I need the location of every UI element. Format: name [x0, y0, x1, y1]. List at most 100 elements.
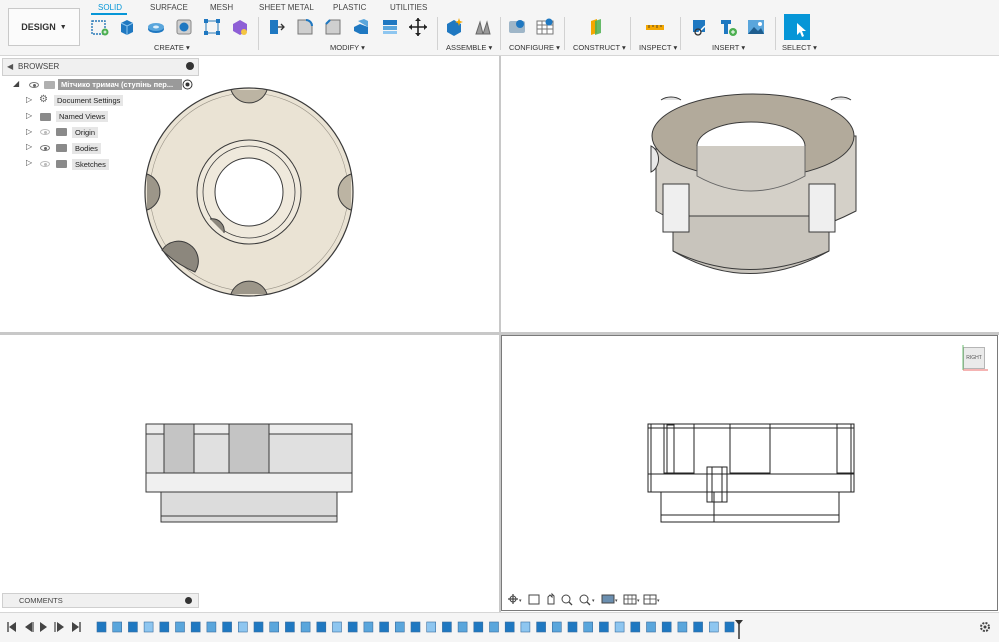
- timeline-feature-icon[interactable]: [96, 621, 107, 633]
- collapse-arrow-icon[interactable]: ◀: [7, 62, 13, 71]
- chamfer-icon[interactable]: [323, 17, 343, 37]
- expand-triangle-icon[interactable]: ◢: [13, 79, 19, 88]
- viewports-icon[interactable]: [643, 594, 657, 605]
- timeline-feature-icon[interactable]: [253, 621, 264, 633]
- timeline-feature-icon[interactable]: [614, 621, 625, 633]
- insert-image-icon[interactable]: [746, 17, 766, 37]
- timeline-feature-icon[interactable]: [269, 621, 280, 633]
- timeline-feature-icon[interactable]: [410, 621, 421, 633]
- fillet-icon[interactable]: [295, 17, 315, 37]
- shell-icon[interactable]: [351, 17, 371, 37]
- group-modify[interactable]: MODIFY ▾: [330, 43, 365, 52]
- group-select[interactable]: SELECT ▾: [782, 43, 817, 52]
- timeline-feature-icon[interactable]: [536, 621, 546, 633]
- timeline-feature-icon[interactable]: [222, 621, 232, 633]
- press-pull-icon[interactable]: [266, 17, 286, 37]
- configure-icon[interactable]: [507, 17, 527, 37]
- visibility-eye-icon[interactable]: [40, 129, 50, 135]
- step-forward-icon[interactable]: [54, 622, 64, 632]
- measure-icon[interactable]: [645, 17, 665, 37]
- timeline-feature-icon[interactable]: [159, 621, 170, 633]
- display-settings-icon[interactable]: [601, 594, 615, 604]
- timeline-feature-icon[interactable]: [599, 621, 609, 633]
- tab-surface[interactable]: SURFACE: [150, 3, 188, 12]
- timeline-feature-icon[interactable]: [128, 621, 138, 633]
- form-icon[interactable]: [230, 17, 250, 37]
- timeline-feature-icon[interactable]: [661, 621, 672, 633]
- visibility-eye-icon[interactable]: [40, 161, 50, 167]
- viewport-front[interactable]: [0, 335, 499, 612]
- timeline-feature-icon[interactable]: [112, 621, 122, 633]
- timeline-feature-icon[interactable]: [693, 621, 703, 633]
- group-create[interactable]: CREATE ▾: [154, 43, 190, 52]
- timeline-feature-icon[interactable]: [316, 621, 327, 633]
- pattern-icon[interactable]: [202, 17, 222, 37]
- new-component-icon[interactable]: [444, 17, 464, 37]
- timeline-feature-icon[interactable]: [567, 621, 578, 633]
- tab-solid[interactable]: SOLID: [98, 3, 122, 12]
- expand-triangle-icon[interactable]: ▷: [26, 142, 32, 151]
- timeline-feature-icon[interactable]: [677, 621, 688, 633]
- timeline-feature-icon[interactable]: [489, 621, 499, 633]
- combine-icon[interactable]: [380, 17, 400, 37]
- viewport-iso[interactable]: [501, 56, 999, 332]
- grid-settings-icon[interactable]: [623, 594, 637, 605]
- revolve-icon[interactable]: [146, 17, 166, 37]
- timeline-feature-icon[interactable]: [363, 621, 374, 633]
- browser-item-bodies[interactable]: Bodies: [72, 143, 101, 154]
- activate-radio-icon[interactable]: [182, 79, 193, 90]
- tab-sheet-metal[interactable]: SHEET METAL: [259, 3, 314, 12]
- plane-icon[interactable]: [586, 17, 606, 37]
- hole-icon[interactable]: [174, 17, 194, 37]
- browser-panel-header[interactable]: ◀ BROWSER: [2, 58, 199, 76]
- timeline-marker[interactable]: [735, 620, 743, 639]
- timeline-feature-icon[interactable]: [300, 621, 311, 633]
- timeline-feature-icon[interactable]: [332, 621, 342, 633]
- group-inspect[interactable]: INSPECT ▾: [639, 43, 677, 52]
- move-icon[interactable]: [408, 17, 428, 37]
- zoom-icon[interactable]: [561, 594, 573, 606]
- group-insert[interactable]: INSERT ▾: [712, 43, 745, 52]
- fit-icon[interactable]: [579, 594, 591, 606]
- play-icon[interactable]: [40, 622, 47, 632]
- tab-plastic[interactable]: PLASTIC: [333, 3, 366, 12]
- timeline-feature-icon[interactable]: [724, 621, 735, 633]
- group-configure[interactable]: CONFIGURE ▾: [509, 43, 560, 52]
- timeline-feature-icon[interactable]: [583, 621, 594, 633]
- look-at-icon[interactable]: [528, 594, 540, 605]
- expand-triangle-icon[interactable]: ▷: [26, 127, 32, 136]
- browser-item-named-views[interactable]: Named Views: [56, 111, 109, 122]
- timeline-feature-icon[interactable]: [504, 621, 515, 633]
- tab-utilities[interactable]: UTILITIES: [390, 3, 427, 12]
- group-construct[interactable]: CONSTRUCT ▾: [573, 43, 626, 52]
- timeline-feature-icon[interactable]: [630, 621, 641, 633]
- design-workspace-button[interactable]: DESIGN ▼: [8, 8, 80, 46]
- timeline-feature-icon[interactable]: [551, 621, 562, 633]
- add-comment-icon[interactable]: [185, 597, 192, 604]
- timeline-feature-icon[interactable]: [379, 621, 389, 633]
- expand-triangle-icon[interactable]: ▷: [26, 95, 32, 104]
- browser-item-origin[interactable]: Origin: [72, 127, 99, 138]
- select-icon[interactable]: [784, 14, 810, 40]
- step-back-icon[interactable]: [25, 622, 34, 632]
- timeline-feature-icon[interactable]: [646, 621, 656, 633]
- insert-link-icon[interactable]: [690, 17, 710, 37]
- group-assemble[interactable]: ASSEMBLE ▾: [446, 43, 492, 52]
- tab-mesh[interactable]: MESH: [210, 3, 233, 12]
- timeline-feature-icon[interactable]: [285, 621, 295, 633]
- timeline-feature-icon[interactable]: [426, 621, 437, 633]
- timeline-feature-icon[interactable]: [175, 621, 185, 633]
- joint-icon[interactable]: [473, 17, 493, 37]
- timeline-feature-icon[interactable]: [206, 621, 217, 633]
- timeline-settings-gear-icon[interactable]: [980, 622, 990, 632]
- timeline-feature-icon[interactable]: [143, 621, 154, 633]
- timeline-feature-icon[interactable]: [708, 621, 719, 633]
- insert-plus-icon[interactable]: [718, 17, 738, 37]
- browser-item-document-settings[interactable]: Document Settings: [54, 95, 124, 106]
- orbit-icon[interactable]: [508, 594, 518, 604]
- timeline-feature-icon[interactable]: [457, 621, 468, 633]
- pan-icon[interactable]: [547, 592, 555, 605]
- visibility-eye-icon[interactable]: [40, 145, 50, 151]
- comments-panel[interactable]: COMMENTS: [2, 593, 199, 608]
- extrude-icon[interactable]: [117, 17, 137, 37]
